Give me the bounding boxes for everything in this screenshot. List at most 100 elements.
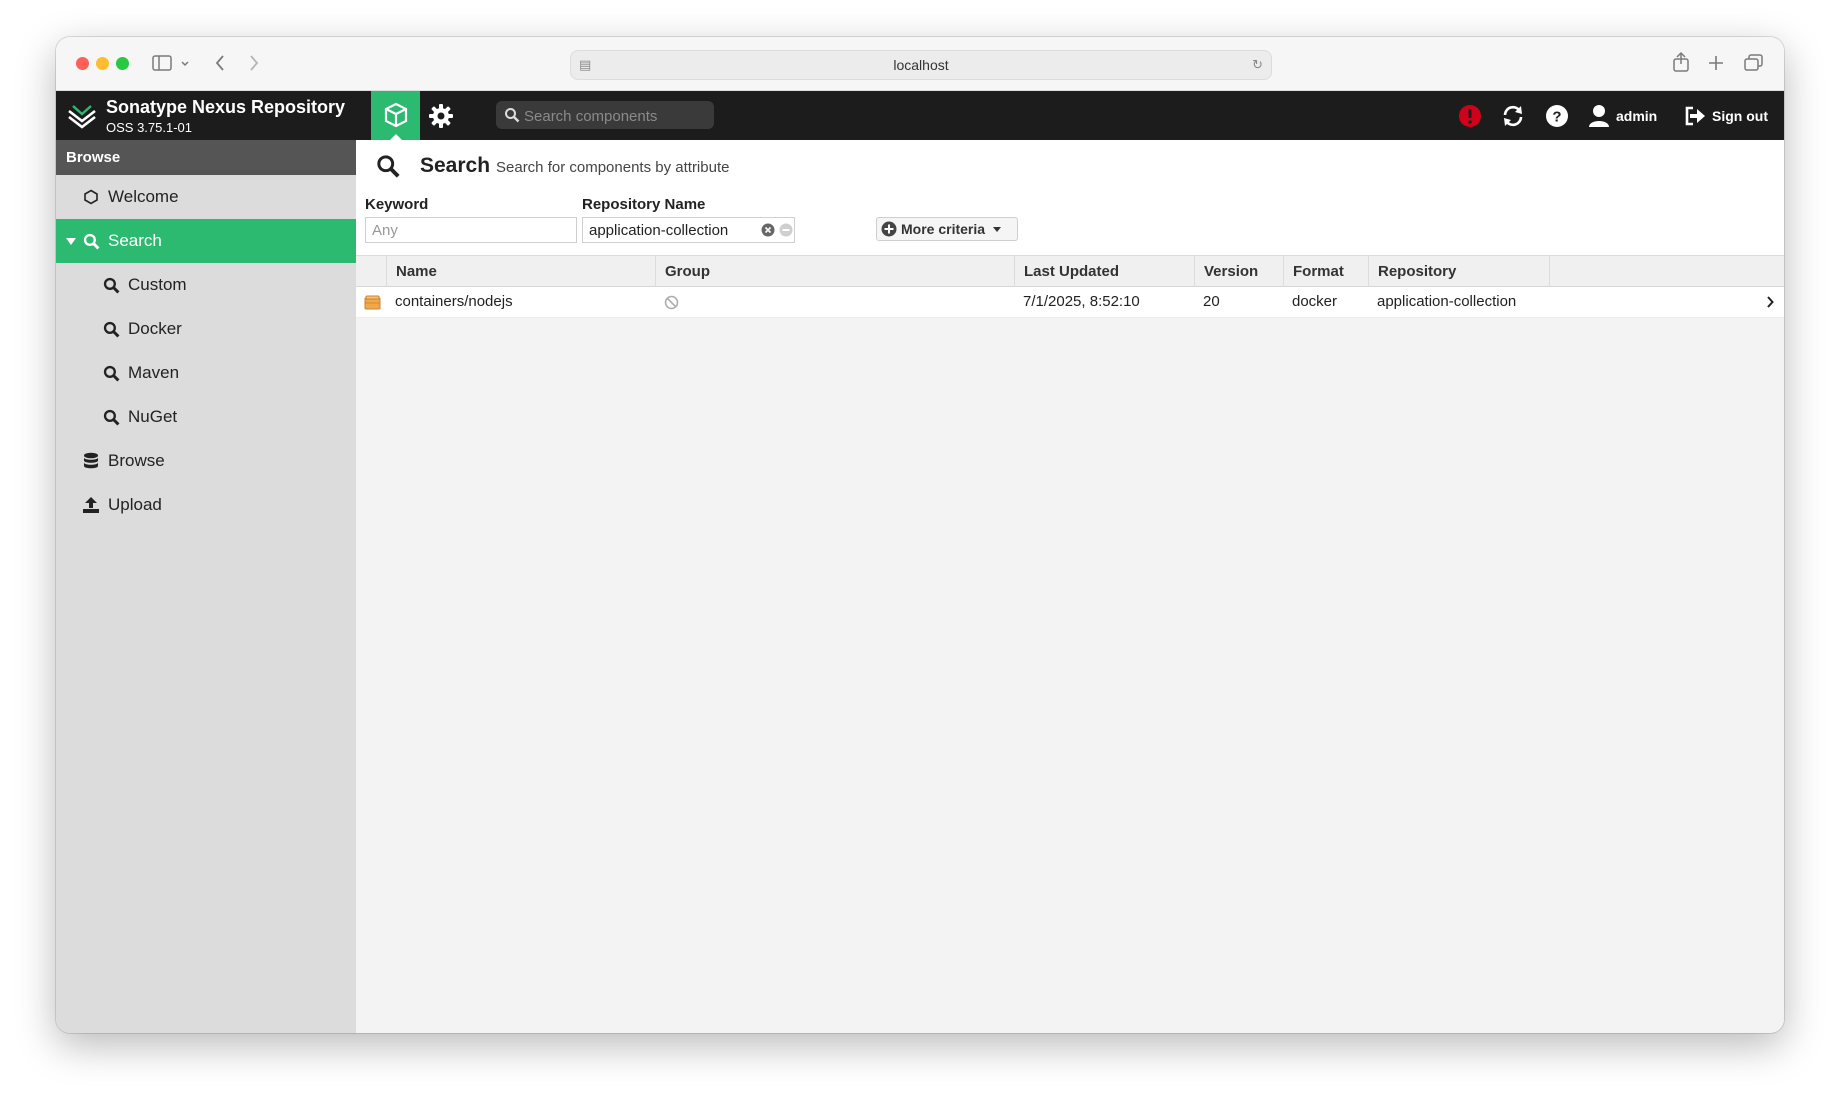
help-icon: ?	[1546, 104, 1568, 127]
sidebar-item-maven[interactable]: Maven	[56, 351, 356, 395]
page-title: Search	[420, 154, 491, 177]
main-panel: Search Search for components by attribut…	[356, 140, 1784, 1033]
reload-icon[interactable]: ↻	[1252, 51, 1263, 79]
expanded-caret-icon[interactable]	[66, 238, 76, 245]
tab-overview-icon[interactable]	[1744, 54, 1764, 72]
table-row[interactable]: containers/nodejs 7/1/2025, 8:52:10 20 d…	[356, 287, 1784, 318]
keyword-label: Keyword	[365, 196, 429, 213]
user-icon	[1589, 104, 1609, 127]
refresh-button[interactable]	[1501, 91, 1525, 140]
user-name: admin	[1616, 107, 1658, 124]
search-icon	[103, 409, 119, 425]
column-header-icon	[356, 256, 386, 287]
results-grid: Name Group Last Updated Version Format R…	[356, 255, 1784, 318]
remove-criteria-icon[interactable]	[779, 223, 793, 237]
refresh-icon	[1503, 105, 1523, 126]
sidebar-item-browse[interactable]: Browse	[56, 439, 356, 483]
search-icon	[377, 155, 400, 178]
sign-out-icon	[1685, 106, 1705, 125]
alert-icon	[1459, 104, 1481, 127]
cell-format: docker	[1292, 293, 1338, 310]
more-criteria-button[interactable]: More criteria	[876, 217, 1018, 241]
brand-version: OSS 3.75.1-01	[106, 120, 192, 135]
search-icon	[103, 321, 119, 337]
minimize-window-button[interactable]	[96, 57, 109, 70]
sign-out-label: Sign out	[1712, 107, 1768, 124]
database-icon	[84, 452, 98, 469]
sidebar-item-label: Maven	[128, 363, 180, 382]
page-subtitle: Search for components by attribute	[496, 159, 730, 176]
cell-last-updated: 7/1/2025, 8:52:10	[1023, 293, 1140, 310]
browser-toolbar: ▤ localhost ↻	[56, 37, 1784, 91]
repository-name-label: Repository Name	[582, 196, 706, 213]
search-form: Search Search for components by attribut…	[356, 140, 1784, 255]
browser-window: ▤ localhost ↻ Sonatype Nexus Repository …	[56, 37, 1784, 1033]
repository-name-input[interactable]	[589, 218, 753, 242]
keyword-input[interactable]	[372, 218, 570, 242]
column-header-group[interactable]: Group	[655, 256, 1014, 287]
clear-icon[interactable]	[761, 223, 775, 237]
sidebar-item-docker[interactable]: Docker	[56, 307, 356, 351]
system-alert-button[interactable]	[1458, 91, 1482, 140]
page-settings-icon[interactable]: ▤	[579, 51, 591, 79]
sign-out-button[interactable]: Sign out	[1684, 91, 1768, 140]
column-header-spacer	[1549, 256, 1784, 287]
cell-repository: application-collection	[1377, 293, 1517, 310]
sidebar-item-label: Welcome	[108, 187, 179, 206]
hexagon-icon	[84, 189, 98, 205]
close-window-button[interactable]	[76, 57, 89, 70]
package-icon	[364, 295, 381, 310]
cell-version: 20	[1203, 293, 1220, 310]
keyword-field	[365, 217, 577, 243]
column-header-name[interactable]: Name	[386, 256, 655, 287]
sidebar-item-nuget[interactable]: NuGet	[56, 395, 356, 439]
search-icon	[83, 233, 99, 249]
grid-header: Name Group Last Updated Version Format R…	[356, 255, 1784, 287]
upload-icon	[83, 497, 99, 513]
quick-search	[496, 101, 714, 131]
column-header-last-updated[interactable]: Last Updated	[1014, 256, 1194, 287]
cell-name: containers/nodejs	[395, 293, 513, 310]
cell-group	[655, 287, 1014, 317]
sidebar: Browse Welcome Search Custom Docker Mave…	[56, 140, 356, 1033]
sidebar-item-upload[interactable]: Upload	[56, 483, 356, 527]
sidebar-item-label: NuGet	[128, 407, 178, 426]
quick-search-input[interactable]	[522, 101, 712, 131]
column-header-format[interactable]: Format	[1283, 256, 1368, 287]
caret-down-icon	[993, 227, 1002, 232]
chevron-right-icon[interactable]	[1766, 296, 1774, 308]
search-icon	[103, 365, 119, 381]
none-icon	[664, 295, 679, 310]
column-header-version[interactable]: Version	[1194, 256, 1283, 287]
plus-circle-icon	[881, 221, 897, 237]
new-tab-icon[interactable]	[1708, 55, 1724, 71]
sidebar-item-label: Custom	[128, 275, 187, 294]
sidebar-item-label: Browse	[108, 451, 165, 470]
repository-name-field	[582, 217, 795, 243]
sidebar-item-label: Search	[108, 231, 162, 250]
brand-title: Sonatype Nexus Repository	[106, 97, 346, 117]
sidebar-item-welcome[interactable]: Welcome	[56, 175, 356, 219]
column-header-repository[interactable]: Repository	[1368, 256, 1549, 287]
nexus-logo-icon[interactable]	[66, 99, 98, 131]
gear-icon[interactable]	[428, 103, 454, 129]
back-arrow-icon[interactable]	[214, 54, 226, 72]
address-text: localhost	[893, 57, 949, 73]
user-menu[interactable]: admin	[1588, 91, 1657, 140]
sidebar-item-label: Upload	[108, 495, 162, 514]
app-header: Sonatype Nexus Repository OSS 3.75.1-01	[56, 91, 1784, 140]
sidebar-item-custom[interactable]: Custom	[56, 263, 356, 307]
search-icon	[103, 277, 119, 293]
zoom-window-button[interactable]	[116, 57, 129, 70]
chevron-down-icon[interactable]	[180, 60, 190, 68]
sidebar-item-search[interactable]: Search	[56, 219, 356, 263]
more-criteria-label: More criteria	[901, 221, 986, 237]
cube-icon	[384, 102, 408, 128]
forward-arrow-icon[interactable]	[248, 54, 260, 72]
help-button[interactable]: ?	[1545, 91, 1569, 140]
search-icon	[505, 108, 520, 123]
share-icon[interactable]	[1672, 51, 1690, 73]
browse-mode-button[interactable]	[371, 91, 420, 140]
sidebar-toggle-icon[interactable]	[152, 55, 172, 71]
address-bar[interactable]: ▤ localhost ↻	[570, 50, 1272, 80]
